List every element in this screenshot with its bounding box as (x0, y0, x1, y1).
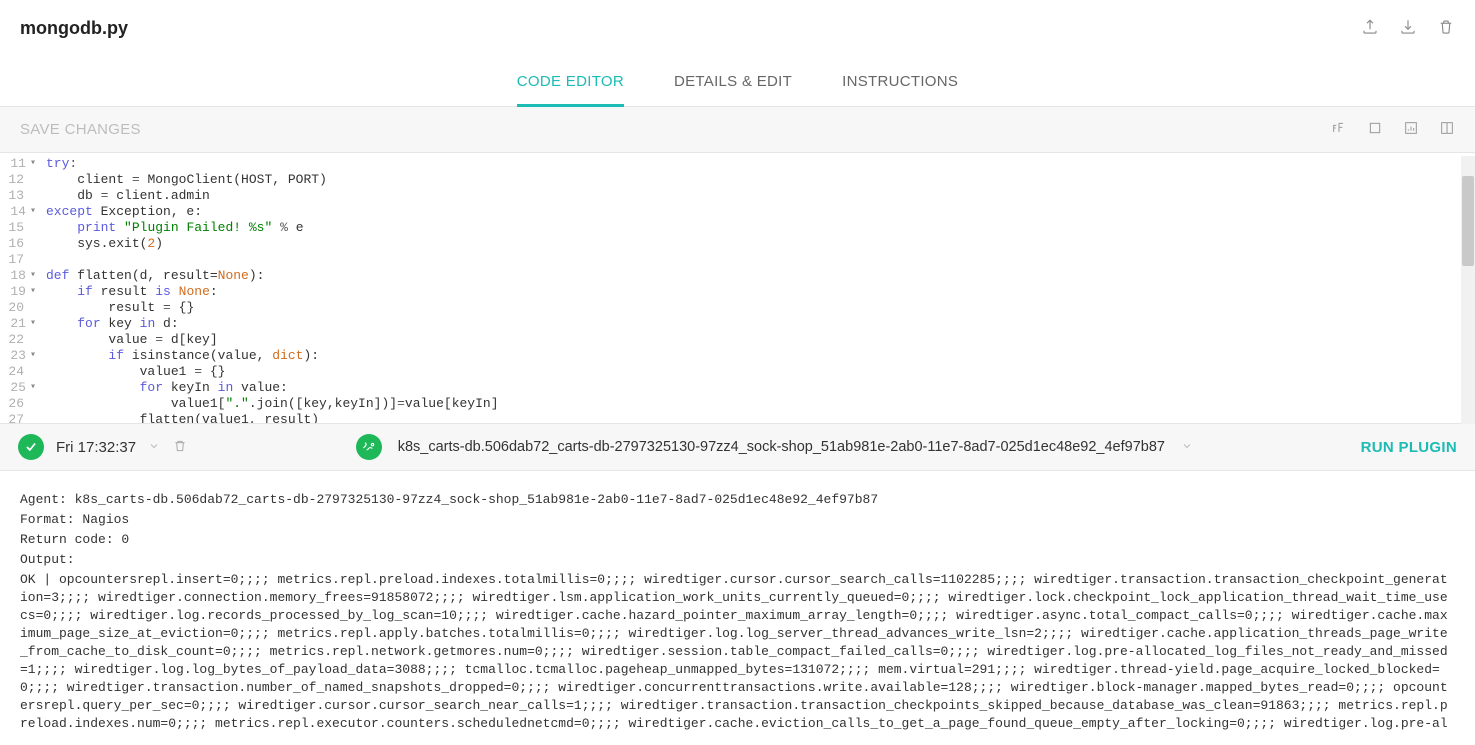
code-line[interactable]: for keyIn in value: (46, 380, 499, 396)
gutter-line: 12 (0, 172, 36, 188)
gutter-line: 14▾ (0, 204, 36, 220)
editor-scrollbar[interactable] (1461, 156, 1475, 424)
page-title: mongodb.py (20, 18, 128, 39)
code-line[interactable]: value = d[key] (46, 332, 499, 348)
gutter-line: 13 (0, 188, 36, 204)
gutter-line: 26 (0, 396, 36, 412)
fold-icon[interactable]: ▾ (30, 268, 36, 284)
trash-icon[interactable] (1437, 18, 1455, 39)
fold-icon[interactable]: ▾ (30, 156, 36, 172)
code-line[interactable]: db = client.admin (46, 188, 499, 204)
layout-icon[interactable] (1439, 120, 1455, 139)
status-ok-icon (18, 434, 44, 460)
code-editor[interactable]: 11▾121314▾15161718▾19▾2021▾2223▾2425▾262… (0, 153, 1475, 423)
code-line[interactable]: print "Plugin Failed! %s" % e (46, 220, 499, 236)
gutter-line: 20 (0, 300, 36, 316)
fold-icon[interactable]: ▾ (30, 284, 36, 300)
gutter-line: 27 (0, 412, 36, 423)
output-panel[interactable]: Agent: k8s_carts-db.506dab72_carts-db-27… (0, 471, 1475, 731)
output-format-line: Format: Nagios (20, 511, 1455, 529)
code-line[interactable]: except Exception, e: (46, 204, 499, 220)
gutter-line: 11▾ (0, 156, 36, 172)
output-agent-line: Agent: k8s_carts-db.506dab72_carts-db-27… (20, 491, 1455, 509)
chevron-down-icon[interactable] (148, 439, 160, 455)
output-return-line: Return code: 0 (20, 531, 1455, 549)
save-button[interactable]: SAVE CHANGES (20, 121, 141, 138)
code-line[interactable]: value1 = {} (46, 364, 499, 380)
run-plugin-button[interactable]: RUN PLUGIN (1361, 439, 1457, 456)
fold-icon[interactable]: ▾ (30, 316, 36, 332)
tab-code-editor[interactable]: CODE EDITOR (517, 59, 624, 107)
gutter-line: 15 (0, 220, 36, 236)
code-line[interactable] (46, 252, 499, 268)
chevron-down-icon[interactable] (1181, 439, 1193, 455)
gutter-line: 23▾ (0, 348, 36, 364)
code-line[interactable]: value1[".".join([key,keyIn])]=value[keyI… (46, 396, 499, 412)
download-icon[interactable] (1399, 18, 1417, 39)
tab-details-edit[interactable]: DETAILS & EDIT (674, 59, 792, 107)
fold-icon[interactable]: ▾ (30, 348, 36, 364)
fold-icon[interactable]: ▾ (30, 380, 36, 396)
tab-bar: CODE EDITOR DETAILS & EDIT INSTRUCTIONS (0, 49, 1475, 107)
font-size-icon[interactable] (1331, 120, 1347, 139)
code-line[interactable]: def flatten(d, result=None): (46, 268, 499, 284)
output-label: Output: (20, 551, 1455, 569)
code-line[interactable]: flatten(value1, result) (46, 412, 499, 423)
code-line[interactable]: if isinstance(value, dict): (46, 348, 499, 364)
agent-status-icon (356, 434, 382, 460)
panel-icon[interactable] (1367, 120, 1383, 139)
gutter-line: 18▾ (0, 268, 36, 284)
gutter-line: 25▾ (0, 380, 36, 396)
run-timestamp[interactable]: Fri 17:32:37 (56, 439, 136, 456)
gutter-line: 17 (0, 252, 36, 268)
gutter-line: 24 (0, 364, 36, 380)
gutter-line: 22 (0, 332, 36, 348)
gutter-line: 16 (0, 236, 36, 252)
output-body: OK | opcountersrepl.insert=0;;;; metrics… (20, 571, 1455, 731)
code-line[interactable]: result = {} (46, 300, 499, 316)
chart-icon[interactable] (1403, 120, 1419, 139)
tab-instructions[interactable]: INSTRUCTIONS (842, 59, 958, 107)
agent-selector[interactable]: k8s_carts-db.506dab72_carts-db-279732513… (398, 439, 1165, 455)
code-line[interactable]: if result is None: (46, 284, 499, 300)
code-line[interactable]: client = MongoClient(HOST, PORT) (46, 172, 499, 188)
code-line[interactable]: for key in d: (46, 316, 499, 332)
code-line[interactable]: sys.exit(2) (46, 236, 499, 252)
gutter-line: 21▾ (0, 316, 36, 332)
code-line[interactable]: try: (46, 156, 499, 172)
upload-icon[interactable] (1361, 18, 1379, 39)
delete-run-icon[interactable] (172, 438, 188, 457)
fold-icon[interactable]: ▾ (30, 204, 36, 220)
gutter-line: 19▾ (0, 284, 36, 300)
